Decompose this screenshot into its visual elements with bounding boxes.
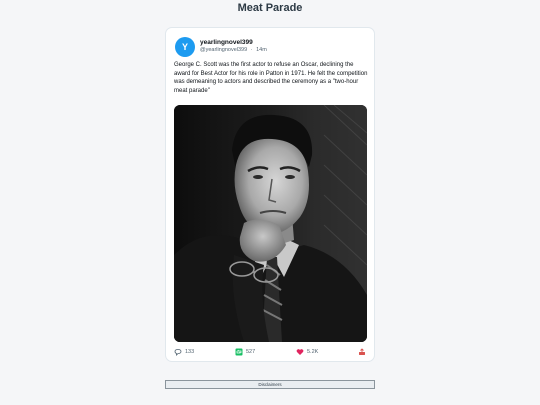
like-button[interactable]: 5.2K — [296, 347, 318, 357]
heart-icon — [296, 349, 304, 355]
tweet-username[interactable]: yearlingnovel399 — [200, 39, 253, 46]
meta-separator: · — [250, 47, 253, 53]
like-count: 5.2K — [307, 349, 319, 355]
disclaimers-button[interactable]: Disclaimers — [165, 380, 375, 389]
tweet-time[interactable]: 14m — [256, 47, 267, 53]
tweet-text: George C. Scott was the first actor to r… — [174, 62, 368, 94]
retweet-icon — [235, 348, 243, 356]
retweet-count: 527 — [246, 349, 256, 355]
page-title: Meat Parade — [237, 2, 303, 14]
reply-button[interactable]: 133 — [174, 347, 194, 357]
tweet-photo[interactable] — [174, 105, 367, 342]
tweet-actions: 133 527 5.2K — [174, 347, 368, 357]
share-icon — [359, 348, 365, 355]
avatar[interactable]: Y — [175, 37, 195, 57]
reply-count: 133 — [185, 349, 195, 355]
reply-icon — [174, 349, 182, 356]
tweet-card: Y yearlingnovel399 @yearlingnovel399 · 1… — [165, 27, 375, 362]
tweet-meta: @yearlingnovel399 · 14m — [200, 47, 267, 53]
retweet-button[interactable]: 527 — [235, 347, 255, 357]
portrait-photo — [174, 105, 367, 342]
tweet-handle[interactable]: @yearlingnovel399 — [200, 47, 247, 53]
share-button[interactable] — [358, 347, 366, 357]
